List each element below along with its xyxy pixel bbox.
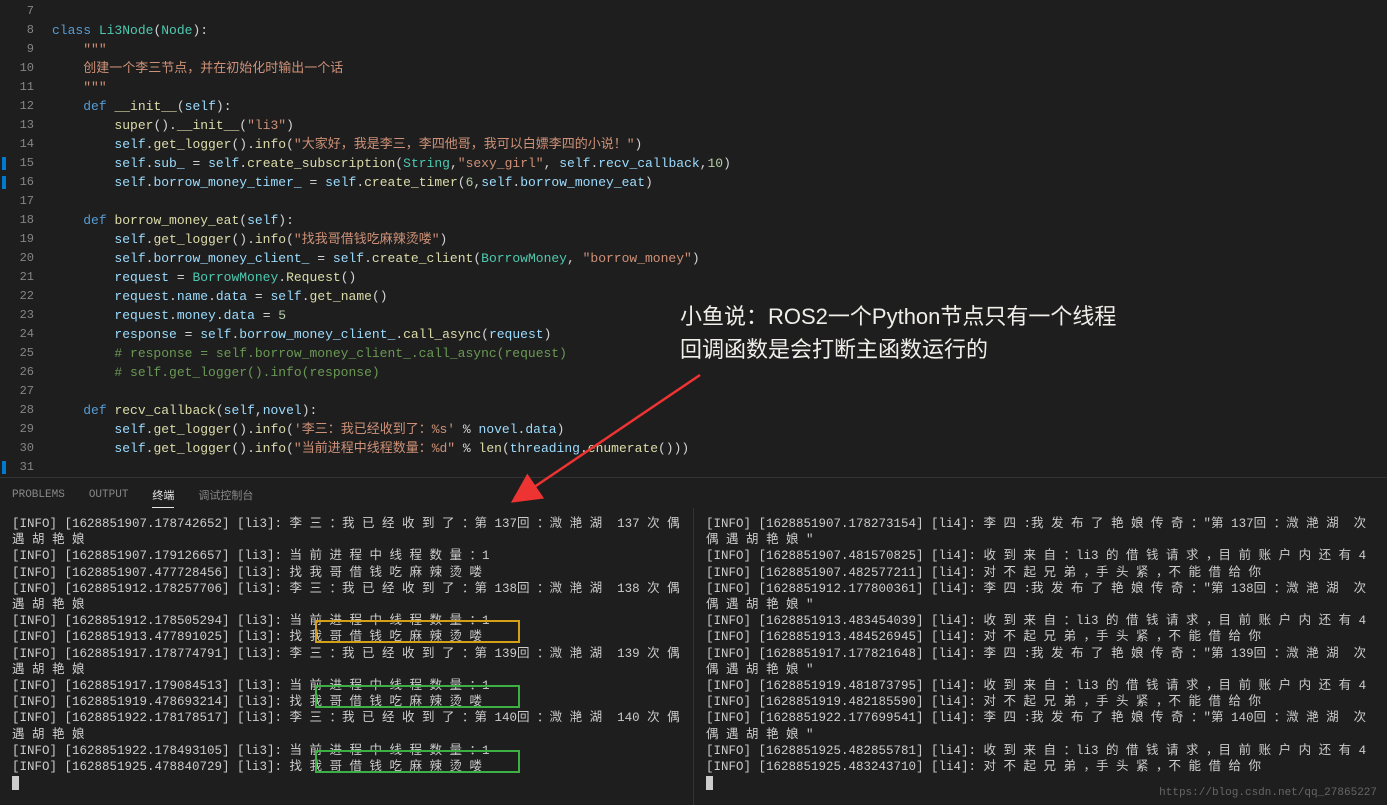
terminal-line: [INFO] [1628851917.177821648] [li4]: 李 四…	[706, 646, 1375, 678]
terminal-cursor	[706, 776, 713, 790]
terminal-left-pane[interactable]: [INFO] [1628851907.178742652] [li3]: 李 三…	[0, 508, 694, 805]
gutter-line-15: 15	[0, 154, 34, 173]
gutter-line-31: 31	[0, 458, 34, 477]
annotation-line2: 回调函数是会打断主函数运行的	[680, 333, 1116, 366]
code-line[interactable]: self.get_logger().info("找我哥借钱吃麻辣烫喽")	[52, 230, 1387, 249]
panel-tab-调试控制台[interactable]: 调试控制台	[198, 483, 253, 507]
gutter-line-25: 25	[0, 344, 34, 363]
terminal-right-pane[interactable]: [INFO] [1628851907.178273154] [li4]: 李 四…	[694, 508, 1387, 805]
terminal-line: [INFO] [1628851907.179126657] [li3]: 当 前…	[12, 548, 681, 564]
terminal-line: [INFO] [1628851919.481873795] [li4]: 收 到…	[706, 678, 1375, 694]
gutter-line-19: 19	[0, 230, 34, 249]
terminal-cursor	[12, 776, 19, 790]
terminal-line: [INFO] [1628851913.477891025] [li3]: 找 我…	[12, 629, 681, 645]
gutter-line-22: 22	[0, 287, 34, 306]
terminal-line: [INFO] [1628851917.179084513] [li3]: 当 前…	[12, 678, 681, 694]
terminal-line: [INFO] [1628851919.478693214] [li3]: 找 我…	[12, 694, 681, 710]
terminal-line: [INFO] [1628851907.482577211] [li4]: 对 不…	[706, 565, 1375, 581]
gutter-line-21: 21	[0, 268, 34, 287]
code-line[interactable]: self.get_logger().info("大家好，我是李三，李四他哥，我可…	[52, 135, 1387, 154]
terminal-line: [INFO] [1628851907.477728456] [li3]: 找 我…	[12, 565, 681, 581]
code-line[interactable]: self.sub_ = self.create_subscription(Str…	[52, 154, 1387, 173]
terminal-line: [INFO] [1628851912.177800361] [li4]: 李 四…	[706, 581, 1375, 613]
code-line[interactable]: super().__init__("li3")	[52, 116, 1387, 135]
gutter-line-28: 28	[0, 401, 34, 420]
code-line[interactable]: """	[52, 78, 1387, 97]
gutter-line-7: 7	[0, 2, 34, 21]
gutter-line-18: 18	[0, 211, 34, 230]
terminal-line: [INFO] [1628851925.483243710] [li4]: 对 不…	[706, 759, 1375, 775]
terminal-line: [INFO] [1628851907.481570825] [li4]: 收 到…	[706, 548, 1375, 564]
code-line[interactable]: self.borrow_money_timer_ = self.create_t…	[52, 173, 1387, 192]
panel-tab-终端[interactable]: 终端	[152, 483, 174, 508]
annotation-arrow-icon	[500, 370, 780, 530]
gutter-line-10: 10	[0, 59, 34, 78]
terminal-line: [INFO] [1628851907.178273154] [li4]: 李 四…	[706, 516, 1375, 548]
watermark-text: https://blog.csdn.net/qq_27865227	[1159, 787, 1377, 799]
code-line[interactable]: self.borrow_money_client_ = self.create_…	[52, 249, 1387, 268]
panel-tab-output[interactable]: OUTPUT	[89, 485, 129, 505]
code-line[interactable]: class Li3Node(Node):	[52, 21, 1387, 40]
gutter-line-12: 12	[0, 97, 34, 116]
terminal-line: [INFO] [1628851925.478840729] [li3]: 找 我…	[12, 759, 681, 775]
terminal-line: [INFO] [1628851912.178505294] [li3]: 当 前…	[12, 613, 681, 629]
terminal-line: [INFO] [1628851922.177699541] [li4]: 李 四…	[706, 710, 1375, 742]
code-line[interactable]: """	[52, 40, 1387, 59]
terminal-line: [INFO] [1628851912.178257706] [li3]: 李 三…	[12, 581, 681, 613]
gutter-line-24: 24	[0, 325, 34, 344]
code-line[interactable]: 创建一个李三节点，并在初始化时输出一个话	[52, 59, 1387, 78]
annotation-text: 小鱼说：ROS2一个Python节点只有一个线程 回调函数是会打断主函数运行的	[680, 300, 1116, 366]
gutter-line-26: 26	[0, 363, 34, 382]
terminal-line: [INFO] [1628851922.178178517] [li3]: 李 三…	[12, 710, 681, 742]
gutter-line-13: 13	[0, 116, 34, 135]
terminal-line: [INFO] [1628851913.483454039] [li4]: 收 到…	[706, 613, 1375, 629]
terminal-line: [INFO] [1628851919.482185590] [li4]: 对 不…	[706, 694, 1375, 710]
annotation-line1: 小鱼说：ROS2一个Python节点只有一个线程	[680, 300, 1116, 333]
terminal-line: [INFO] [1628851913.484526945] [li4]: 对 不…	[706, 629, 1375, 645]
gutter-line-30: 30	[0, 439, 34, 458]
line-gutter: 7891011121314151617181920212223242526272…	[0, 0, 48, 477]
code-line[interactable]: def borrow_money_eat(self):	[52, 211, 1387, 230]
code-line[interactable]	[52, 192, 1387, 211]
gutter-line-14: 14	[0, 135, 34, 154]
terminal-line: [INFO] [1628851917.178774791] [li3]: 李 三…	[12, 646, 681, 678]
terminal-line: [INFO] [1628851925.482855781] [li4]: 收 到…	[706, 743, 1375, 759]
gutter-line-23: 23	[0, 306, 34, 325]
gutter-line-16: 16	[0, 173, 34, 192]
gutter-line-17: 17	[0, 192, 34, 211]
gutter-line-29: 29	[0, 420, 34, 439]
terminal-split: [INFO] [1628851907.178742652] [li3]: 李 三…	[0, 508, 1387, 805]
code-line[interactable]: def __init__(self):	[52, 97, 1387, 116]
terminal-line: [INFO] [1628851922.178493105] [li3]: 当 前…	[12, 743, 681, 759]
gutter-line-9: 9	[0, 40, 34, 59]
panel-tab-problems[interactable]: PROBLEMS	[12, 485, 65, 505]
gutter-line-27: 27	[0, 382, 34, 401]
gutter-line-20: 20	[0, 249, 34, 268]
gutter-line-11: 11	[0, 78, 34, 97]
gutter-line-8: 8	[0, 21, 34, 40]
code-line[interactable]: request = BorrowMoney.Request()	[52, 268, 1387, 287]
code-line[interactable]	[52, 2, 1387, 21]
